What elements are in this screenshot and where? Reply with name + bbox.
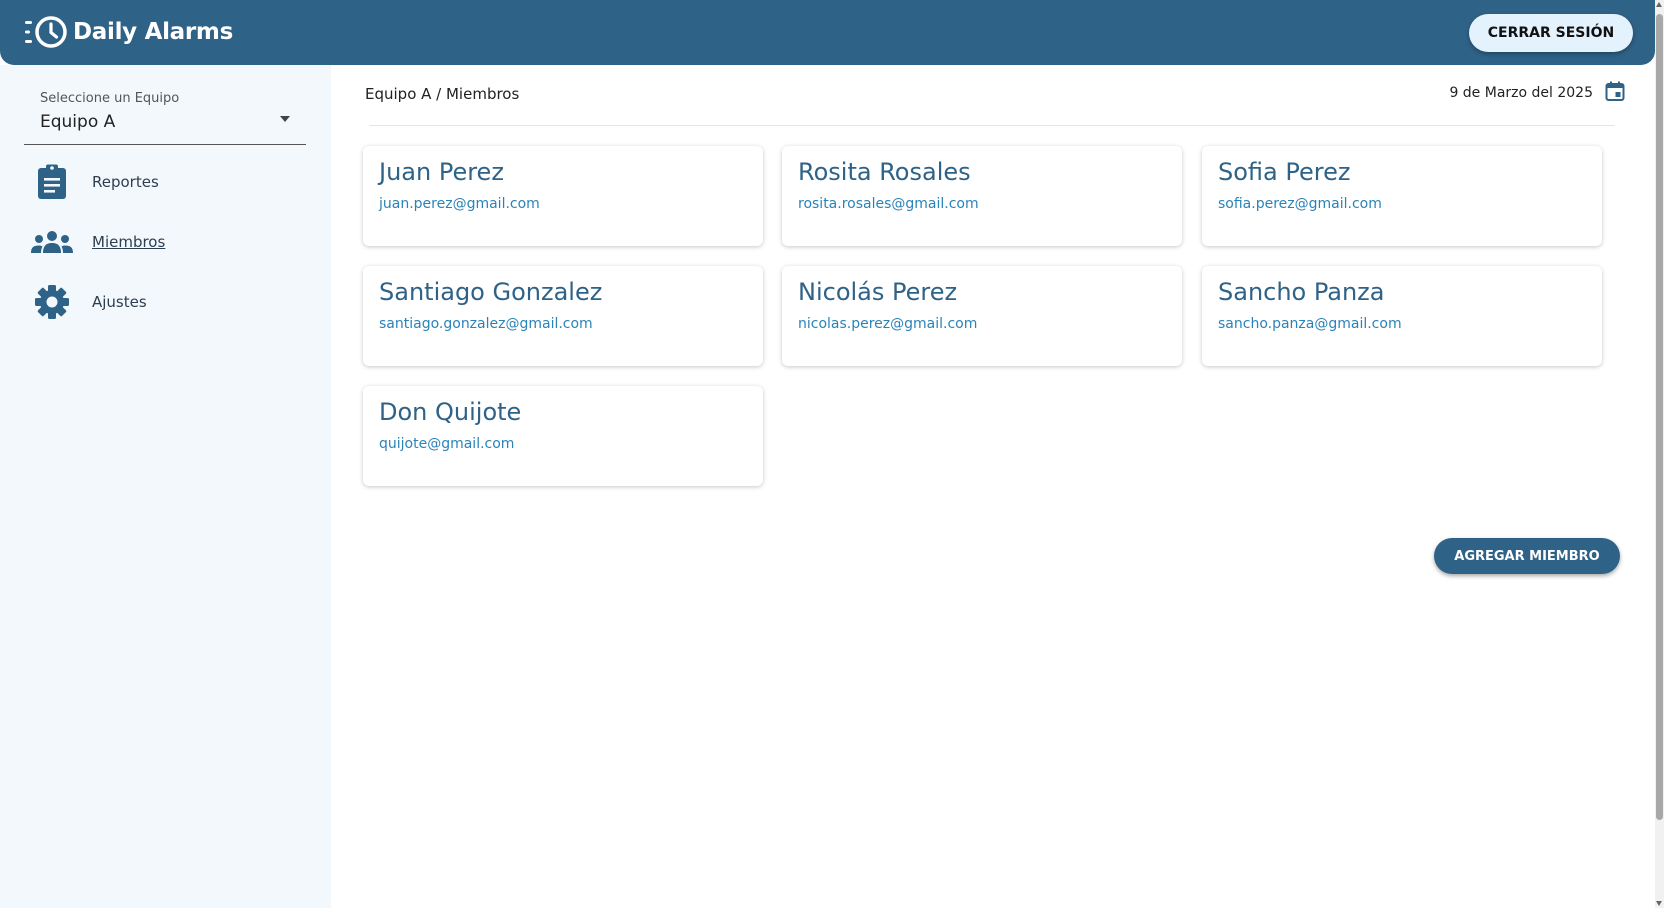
member-card[interactable]: Sofia Perez sofia.perez@gmail.com — [1202, 146, 1602, 246]
member-card[interactable]: Sancho Panza sancho.panza@gmail.com — [1202, 266, 1602, 366]
main-content: Equipo A / Miembros 9 de Marzo del 2025 … — [331, 65, 1655, 908]
app-title: Daily Alarms — [73, 19, 233, 45]
sidebar-item-label: Ajustes — [92, 293, 147, 311]
member-card[interactable]: Rosita Rosales rosita.rosales@gmail.com — [782, 146, 1182, 246]
clipboard-icon — [31, 164, 73, 200]
member-card[interactable]: Don Quijote quijote@gmail.com — [363, 386, 763, 486]
sidebar-item-ajustes[interactable]: Ajustes — [0, 277, 331, 327]
member-card[interactable]: Santiago Gonzalez santiago.gonzalez@gmai… — [363, 266, 763, 366]
top-header: Daily Alarms CERRAR SESIÓN — [0, 0, 1655, 65]
team-select-value: Equipo A — [40, 112, 116, 132]
clock-alarm-icon — [25, 16, 67, 48]
member-email: juan.perez@gmail.com — [379, 196, 540, 212]
chevron-down-icon — [280, 116, 290, 122]
scroll-up-arrow-icon[interactable] — [1656, 2, 1662, 7]
sidebar-item-label: Reportes — [92, 173, 159, 191]
group-icon — [31, 224, 73, 260]
member-email: rosita.rosales@gmail.com — [798, 196, 979, 212]
member-email: quijote@gmail.com — [379, 436, 515, 452]
member-name: Rosita Rosales — [798, 158, 971, 186]
calendar-icon[interactable] — [1605, 81, 1625, 105]
team-select[interactable]: Seleccione un Equipo Equipo A — [24, 91, 306, 145]
breadcrumb: Equipo A / Miembros — [365, 85, 520, 103]
date-display: 9 de Marzo del 2025 — [1449, 81, 1625, 105]
sidebar-item-reportes[interactable]: Reportes — [0, 157, 331, 207]
team-select-label: Seleccione un Equipo — [40, 91, 180, 106]
member-card[interactable]: Nicolás Perez nicolas.perez@gmail.com — [782, 266, 1182, 366]
sidebar-item-label: Miembros — [92, 233, 166, 251]
app-root: Daily Alarms CERRAR SESIÓN Seleccione un… — [0, 0, 1664, 908]
member-name: Sancho Panza — [1218, 278, 1385, 306]
member-email: sancho.panza@gmail.com — [1218, 316, 1402, 332]
member-name: Santiago Gonzalez — [379, 278, 603, 306]
member-name: Juan Perez — [379, 158, 504, 186]
member-card[interactable]: Juan Perez juan.perez@gmail.com — [363, 146, 763, 246]
member-name: Nicolás Perez — [798, 278, 958, 306]
app-logo[interactable]: Daily Alarms — [25, 15, 233, 49]
scrollbar-thumb[interactable] — [1656, 14, 1663, 820]
sidebar-item-miembros[interactable]: Miembros — [0, 217, 331, 267]
member-email: sofia.perez@gmail.com — [1218, 196, 1382, 212]
member-name: Sofia Perez — [1218, 158, 1351, 186]
add-member-button[interactable]: AGREGAR MIEMBRO — [1434, 538, 1620, 574]
gear-icon — [31, 284, 73, 320]
member-email: nicolas.perez@gmail.com — [798, 316, 978, 332]
member-name: Don Quijote — [379, 398, 522, 426]
sidebar: Seleccione un Equipo Equipo A Reportes M… — [0, 65, 331, 908]
member-email: santiago.gonzalez@gmail.com — [379, 316, 593, 332]
logout-button[interactable]: CERRAR SESIÓN — [1469, 14, 1633, 52]
current-date: 9 de Marzo del 2025 — [1449, 85, 1593, 101]
header-divider — [369, 125, 1615, 126]
scroll-down-arrow-icon[interactable] — [1656, 901, 1662, 906]
page-scrollbar[interactable] — [1655, 0, 1664, 908]
